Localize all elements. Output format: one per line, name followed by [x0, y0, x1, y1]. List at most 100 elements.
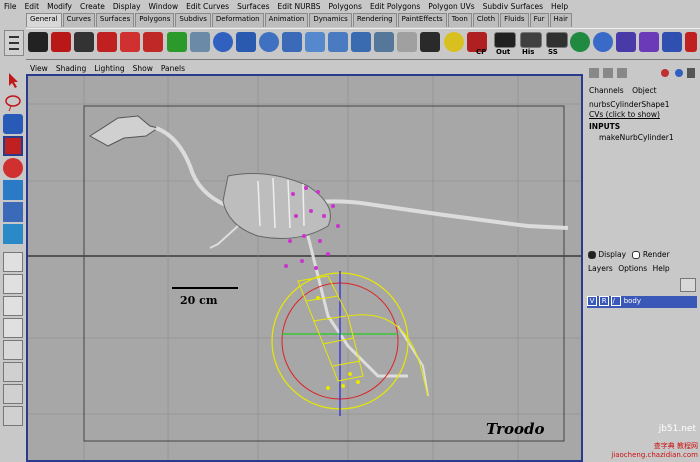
help-menu[interactable]: Help: [653, 264, 670, 273]
shelf-tab-animation[interactable]: Animation: [264, 13, 309, 27]
menu-display[interactable]: Display: [109, 2, 145, 11]
persp-outliner-layout-icon[interactable]: [3, 318, 23, 338]
move-tool-icon[interactable]: [3, 136, 23, 156]
panel-menu-shading[interactable]: Shading: [52, 64, 90, 73]
rotate-tool-icon[interactable]: [97, 32, 117, 52]
hypershade-icon[interactable]: [639, 32, 659, 52]
magnet-icon[interactable]: [143, 32, 163, 52]
scale-tool-icon[interactable]: [120, 32, 140, 52]
menu-surfaces[interactable]: Surfaces: [233, 2, 273, 11]
object-name[interactable]: nurbsCylinderShape1: [589, 100, 670, 109]
menu-edit-polygons[interactable]: Edit Polygons: [366, 2, 424, 11]
sphere-icon[interactable]: [213, 32, 233, 52]
layer-color-swatch[interactable]: /: [611, 296, 622, 306]
display-radio[interactable]: [588, 251, 596, 259]
tab-object[interactable]: Object: [632, 86, 656, 95]
shelf-tab-polygons[interactable]: Polygons: [135, 13, 175, 27]
lasso-tool-icon[interactable]: [51, 32, 71, 52]
cvs-click-to-show[interactable]: CVs (click to show): [589, 110, 660, 119]
layer-row-body[interactable]: V R / body: [587, 296, 697, 308]
plane-icon[interactable]: [305, 32, 325, 52]
menu-polygon-uvs[interactable]: Polygon UVs: [424, 2, 478, 11]
cube-icon[interactable]: [236, 32, 256, 52]
panel-menu-panels[interactable]: Panels: [157, 64, 189, 73]
viewport[interactable]: 20 cm Troodo: [26, 74, 583, 462]
ep-curve-icon[interactable]: [190, 32, 210, 52]
poly-cube-icon[interactable]: [351, 32, 371, 52]
menu-file[interactable]: File: [0, 2, 21, 11]
torus-icon[interactable]: [328, 32, 348, 52]
menu-subdiv-surfaces[interactable]: Subdiv Surfaces: [479, 2, 547, 11]
shelf-tab-cloth[interactable]: Cloth: [472, 13, 500, 27]
shelf-tab-fur[interactable]: Fur: [529, 13, 549, 27]
options-menu[interactable]: Options: [618, 264, 647, 273]
shelf-tab-fluids[interactable]: Fluids: [500, 13, 529, 27]
render-radio[interactable]: [632, 251, 641, 259]
viewport-canvas[interactable]: 20 cm Troodo: [28, 76, 581, 460]
render-view-icon[interactable]: [616, 32, 636, 52]
hypershade-layout-icon[interactable]: [3, 340, 23, 360]
select-tool-icon[interactable]: [28, 32, 48, 52]
shader-icon[interactable]: [546, 32, 568, 48]
shelf-tab-deformation[interactable]: Deformation: [211, 13, 264, 27]
manipulator-icon[interactable]: [3, 202, 23, 222]
shelf-tab-toon[interactable]: Toon: [447, 13, 472, 27]
menu-edit[interactable]: Edit: [21, 2, 44, 11]
menu-create[interactable]: Create: [76, 2, 109, 11]
menu-help[interactable]: Help: [547, 2, 572, 11]
rotate-tool-icon[interactable]: [3, 158, 23, 178]
input-node[interactable]: makeNurbCylinder1: [599, 133, 674, 142]
panel-menu-lighting[interactable]: Lighting: [90, 64, 128, 73]
tab-channels[interactable]: Channels: [589, 86, 624, 95]
panel-menu-view[interactable]: View: [26, 64, 52, 73]
shelf-tabs: General Curves Surfaces Polygons Subdivs…: [26, 13, 573, 27]
menu-polygons[interactable]: Polygons: [325, 2, 366, 11]
menu-modify[interactable]: Modify: [43, 2, 76, 11]
attribute-editor-icon[interactable]: [662, 32, 682, 52]
shelf-tab-general[interactable]: General: [26, 13, 62, 27]
poly-plane-icon[interactable]: [397, 32, 417, 52]
layer-reference-toggle[interactable]: R: [599, 296, 610, 306]
channel-box-toolbar: [589, 68, 695, 78]
outliner-icon[interactable]: [494, 32, 516, 48]
cone-icon[interactable]: [282, 32, 302, 52]
shelf-tab-hair[interactable]: Hair: [549, 13, 572, 27]
ipr-render-icon[interactable]: [593, 32, 613, 52]
render-layout-icon[interactable]: [3, 384, 23, 404]
layers-menu[interactable]: Layers: [588, 264, 613, 273]
hypergraph-icon[interactable]: [520, 32, 542, 48]
graph-editor-layout-icon[interactable]: [3, 362, 23, 382]
poly-cylinder-icon[interactable]: [374, 32, 394, 52]
watermark-line2: jiaocheng.chazidian.com: [611, 451, 698, 459]
lasso-icon[interactable]: [3, 92, 23, 112]
paint-select-icon[interactable]: [3, 114, 23, 134]
cylinder-icon[interactable]: [259, 32, 279, 52]
shelf-menu-button[interactable]: [4, 30, 24, 56]
curve-icon[interactable]: [167, 32, 187, 52]
layer-visibility-toggle[interactable]: V: [587, 296, 597, 306]
two-view-layout-icon[interactable]: [3, 296, 23, 316]
shelf-tab-dynamics[interactable]: Dynamics: [309, 13, 352, 27]
shelf-tab-surfaces[interactable]: Surfaces: [95, 13, 135, 27]
shelf-tab-rendering[interactable]: Rendering: [352, 13, 397, 27]
shelf-tab-subdivs[interactable]: Subdivs: [175, 13, 211, 27]
shelf-tab-curves[interactable]: Curves: [62, 13, 95, 27]
panel-menu-show[interactable]: Show: [129, 64, 157, 73]
render-globe-icon[interactable]: [570, 32, 590, 52]
menu-edit-curves[interactable]: Edit Curves: [182, 2, 233, 11]
tool-settings-icon[interactable]: [685, 32, 697, 52]
menu-edit-nurbs[interactable]: Edit NURBS: [274, 2, 325, 11]
shelf-tab-painteffects[interactable]: PaintEffects: [397, 13, 447, 27]
camera-icon[interactable]: [420, 32, 440, 52]
select-arrow-icon[interactable]: [3, 70, 23, 90]
last-tool-icon[interactable]: [3, 224, 23, 244]
light-icon[interactable]: [444, 32, 464, 52]
scale-tool-icon[interactable]: [3, 180, 23, 200]
script-layout-icon[interactable]: [3, 406, 23, 426]
layer-name[interactable]: body: [624, 297, 641, 305]
menu-window[interactable]: Window: [145, 2, 183, 11]
move-tool-icon[interactable]: [74, 32, 94, 52]
single-view-layout-icon[interactable]: [3, 252, 23, 272]
new-layer-icon[interactable]: [680, 278, 696, 292]
four-view-layout-icon[interactable]: [3, 274, 23, 294]
